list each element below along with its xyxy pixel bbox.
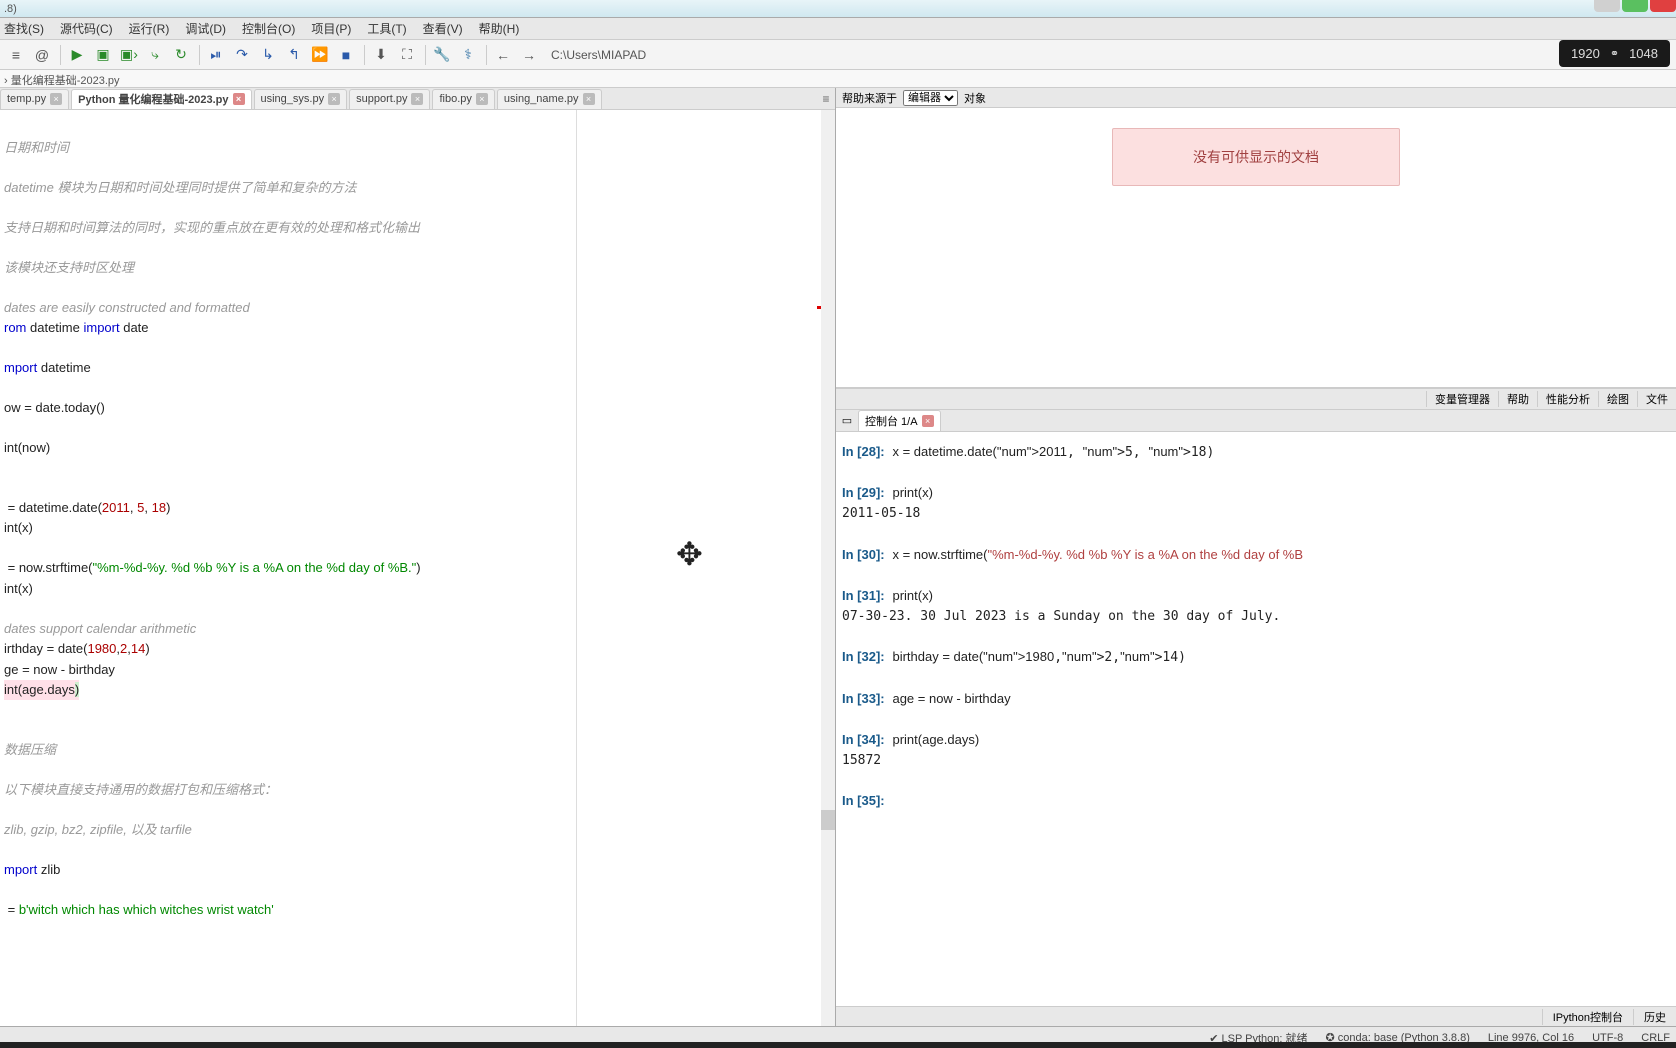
maximize-icon[interactable]: ⛶ (395, 43, 419, 67)
tab-temp[interactable]: temp.py× (0, 89, 69, 109)
ruler-line (576, 110, 577, 1026)
tab-using-sys[interactable]: using_sys.py× (254, 89, 348, 109)
toolbar: ≡ @ ▶ ▣ ▣› ⤷ ↻ ⏯ ↷ ↳ ↰ ⏩ ■ ⬇ ⛶ 🔧 ⚕ ← → C… (0, 40, 1676, 70)
python-icon[interactable]: @ (30, 43, 54, 67)
close-icon[interactable]: × (583, 93, 595, 105)
toolbar-sep (425, 45, 426, 65)
scrollbar-thumb[interactable] (821, 810, 835, 830)
title-suffix: .8) (4, 3, 17, 15)
run-cell-advance-icon[interactable]: ▣› (117, 43, 141, 67)
tabs-menu-icon[interactable]: ≡ (817, 92, 835, 106)
menu-source[interactable]: 源代码(C) (60, 20, 113, 37)
window-minimize[interactable] (1594, 0, 1620, 12)
help-body: 没有可供显示的文档 (836, 108, 1676, 388)
help-object-label: 对象 (964, 90, 986, 106)
close-icon[interactable]: × (411, 93, 423, 105)
res-h: 1048 (1629, 46, 1658, 61)
os-taskbar[interactable] (0, 1042, 1676, 1048)
tab-support[interactable]: support.py× (349, 89, 430, 109)
close-icon[interactable]: × (922, 415, 934, 427)
highlighted-line: int(age.days) (4, 680, 79, 700)
console-tab-1[interactable]: 控制台 1/A× (858, 410, 941, 432)
toolbar-sep (486, 45, 487, 65)
close-icon[interactable]: × (233, 93, 245, 105)
run-icon[interactable]: ▶ (65, 43, 89, 67)
python-logo-icon[interactable]: ⚕ (456, 43, 480, 67)
resolution-badge: 1920 ⚭ 1048 (1559, 40, 1670, 67)
menu-project[interactable]: 项目(P) (311, 20, 351, 37)
tab-history[interactable]: 历史 (1633, 1009, 1676, 1025)
console-bottom-tabs: IPython控制台 历史 (836, 1006, 1676, 1026)
window-titlebar: .8) (0, 0, 1676, 18)
menubar: 查找(S) 源代码(C) 运行(R) 调试(D) 控制台(O) 项目(P) 工具… (0, 18, 1676, 40)
editor-scrollbar[interactable] (821, 110, 835, 1026)
import-icon[interactable]: ⬇ (369, 43, 393, 67)
menu-tools[interactable]: 工具(T) (367, 20, 406, 37)
tab-using-name[interactable]: using_name.py× (497, 89, 602, 109)
console-options-icon[interactable]: ▭ (840, 414, 854, 427)
forward-icon[interactable]: → (517, 43, 541, 67)
help-source-select[interactable]: 编辑器 (903, 90, 958, 106)
window-maximize[interactable] (1622, 0, 1648, 12)
working-dir[interactable]: C:\Users\MIAPAD (551, 48, 1672, 62)
run-cell-icon[interactable]: ▣ (91, 43, 115, 67)
close-icon[interactable]: × (50, 93, 62, 105)
tab-profiler[interactable]: 性能分析 (1537, 391, 1598, 407)
window-close[interactable] (1650, 0, 1676, 12)
tab-plots[interactable]: 绘图 (1598, 391, 1637, 407)
step-over-icon[interactable]: ↷ (230, 43, 254, 67)
menu-help[interactable]: 帮助(H) (479, 20, 520, 37)
close-icon[interactable]: × (328, 93, 340, 105)
back-icon[interactable]: ← (491, 43, 515, 67)
rerun-icon[interactable]: ↻ (169, 43, 193, 67)
close-icon[interactable]: × (476, 93, 488, 105)
help-source-label: 帮助来源于 (842, 90, 897, 106)
menu-run[interactable]: 运行(R) (129, 20, 170, 37)
tab-ipython[interactable]: IPython控制台 (1542, 1009, 1633, 1025)
debug-icon[interactable]: ⏯ (204, 43, 228, 67)
continue-icon[interactable]: ⏩ (308, 43, 332, 67)
toolbar-sep (60, 45, 61, 65)
menu-find[interactable]: 查找(S) (4, 20, 44, 37)
tab-help[interactable]: 帮助 (1498, 391, 1537, 407)
toolbar-sep (364, 45, 365, 65)
menu-icon[interactable]: ≡ (4, 43, 28, 67)
tab-main[interactable]: Python 量化编程基础-2023.py× (71, 89, 251, 109)
wrench-icon[interactable]: 🔧 (430, 43, 454, 67)
editor-pane: temp.py× Python 量化编程基础-2023.py× using_sy… (0, 88, 836, 1026)
ipython-console[interactable]: In [28]: x = datetime.date("num">2011, "… (836, 432, 1676, 1006)
stop-icon[interactable]: ■ (334, 43, 358, 67)
editor-tabs: temp.py× Python 量化编程基础-2023.py× using_sy… (0, 88, 835, 110)
inspector-tabs: 变量管理器 帮助 性能分析 绘图 文件 (836, 388, 1676, 410)
step-out-icon[interactable]: ↰ (282, 43, 306, 67)
console-tabs-row: ▭ 控制台 1/A× (836, 410, 1676, 432)
res-w: 1920 (1571, 46, 1600, 61)
tab-files[interactable]: 文件 (1637, 391, 1676, 407)
breadcrumb[interactable]: › 量化编程基础-2023.py (0, 70, 1676, 88)
run-selection-icon[interactable]: ⤷ (143, 43, 167, 67)
code-editor[interactable]: 日期和时间 datetime 模块为日期和时间处理同时提供了简单和复杂的方法 支… (0, 110, 835, 1026)
link-icon: ⚭ (1610, 47, 1619, 60)
toolbar-sep (199, 45, 200, 65)
tab-fibo[interactable]: fibo.py× (432, 89, 494, 109)
main-split: temp.py× Python 量化编程基础-2023.py× using_sy… (0, 88, 1676, 1026)
help-header: 帮助来源于 编辑器 对象 (836, 88, 1676, 108)
no-doc-banner: 没有可供显示的文档 (1112, 128, 1400, 186)
move-cursor-icon: ✥ (676, 530, 703, 578)
right-pane: 帮助来源于 编辑器 对象 没有可供显示的文档 变量管理器 帮助 性能分析 绘图 … (836, 88, 1676, 1026)
menu-view[interactable]: 查看(V) (423, 20, 463, 37)
menu-debug[interactable]: 调试(D) (185, 20, 226, 37)
step-in-icon[interactable]: ↳ (256, 43, 280, 67)
tab-variables[interactable]: 变量管理器 (1426, 391, 1498, 407)
menu-console[interactable]: 控制台(O) (242, 20, 295, 37)
